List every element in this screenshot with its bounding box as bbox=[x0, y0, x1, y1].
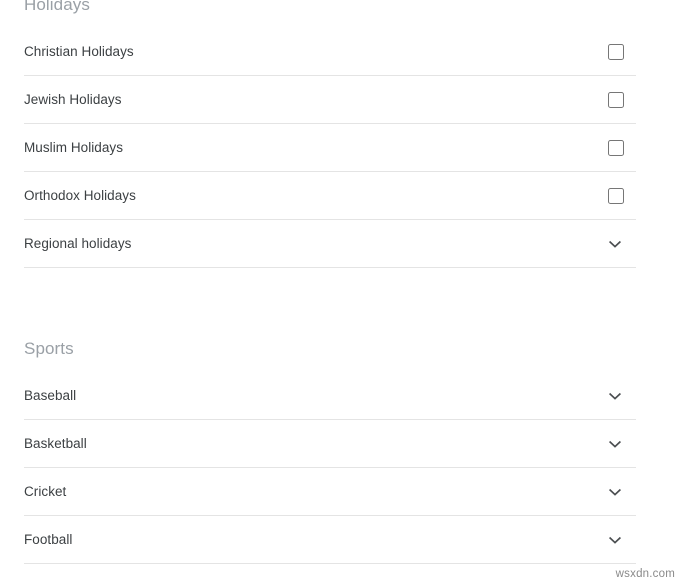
row-control bbox=[600, 181, 630, 211]
table-row[interactable]: Cricket bbox=[24, 468, 636, 516]
checkbox-muslim-holidays[interactable] bbox=[607, 139, 624, 156]
watermark: wsxdn.com bbox=[615, 568, 675, 580]
row-control bbox=[600, 381, 630, 411]
row-label: Baseball bbox=[24, 387, 77, 403]
table-row[interactable]: Christian Holidays bbox=[24, 28, 636, 76]
row-label: Cricket bbox=[24, 483, 67, 499]
table-row[interactable]: Regional holidays bbox=[24, 220, 636, 268]
table-row[interactable]: Football bbox=[24, 516, 636, 564]
row-control bbox=[600, 37, 630, 67]
row-label: Muslim Holidays bbox=[24, 139, 124, 155]
table-row[interactable]: Baseball bbox=[24, 372, 636, 420]
checkbox-christian-holidays[interactable] bbox=[607, 43, 624, 60]
chevron-down-icon[interactable] bbox=[608, 533, 622, 547]
section-sports: Sports Baseball Basketball Cricket Football bbox=[24, 338, 636, 564]
row-label: Christian Holidays bbox=[24, 43, 134, 59]
row-control bbox=[600, 525, 630, 555]
row-control bbox=[600, 477, 630, 507]
table-row[interactable]: Basketball bbox=[24, 420, 636, 468]
row-label: Regional holidays bbox=[24, 235, 132, 251]
row-label: Orthodox Holidays bbox=[24, 187, 136, 203]
chevron-down-icon[interactable] bbox=[608, 437, 622, 451]
section-title-holidays: Holidays bbox=[24, 0, 90, 14]
checkbox-orthodox-holidays[interactable] bbox=[607, 187, 624, 204]
row-label: Football bbox=[24, 531, 73, 547]
row-control bbox=[600, 229, 630, 259]
sports-row-list: Baseball Basketball Cricket Football bbox=[24, 372, 636, 564]
row-control bbox=[600, 133, 630, 163]
holidays-row-list: Christian Holidays Jewish Holidays Muslim … bbox=[24, 28, 636, 268]
checkbox-jewish-holidays[interactable] bbox=[607, 91, 624, 108]
section-holidays: Holidays Christian Holidays Jewish Holida… bbox=[24, 0, 636, 268]
row-label: Basketball bbox=[24, 435, 87, 451]
chevron-down-icon[interactable] bbox=[608, 389, 622, 403]
chevron-down-icon[interactable] bbox=[608, 485, 622, 499]
settings-page: Holidays Christian Holidays Jewish Holida… bbox=[0, 0, 680, 583]
row-control bbox=[600, 429, 630, 459]
chevron-down-icon[interactable] bbox=[608, 237, 622, 251]
row-label: Jewish Holidays bbox=[24, 91, 122, 107]
table-row[interactable]: Orthodox Holidays bbox=[24, 172, 636, 220]
table-row[interactable]: Muslim Holidays bbox=[24, 124, 636, 172]
row-control bbox=[600, 85, 630, 115]
section-title-sports: Sports bbox=[24, 339, 74, 358]
table-row[interactable]: Jewish Holidays bbox=[24, 76, 636, 124]
